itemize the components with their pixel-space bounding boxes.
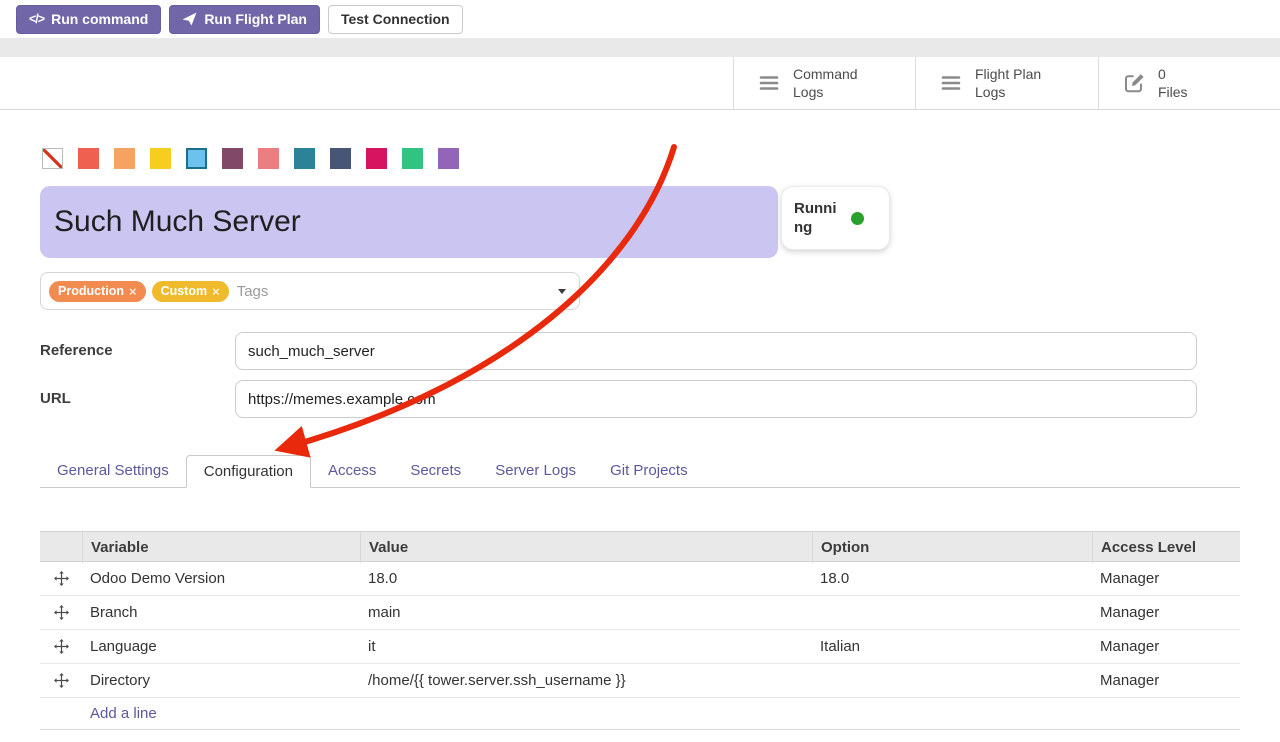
edit-icon xyxy=(1123,72,1145,94)
table-header: Variable Value Option Access Level xyxy=(40,531,1240,562)
cell-access[interactable]: Manager xyxy=(1092,638,1240,655)
cell-access[interactable]: Manager xyxy=(1092,570,1240,587)
tag-custom[interactable]: Custom × xyxy=(152,281,229,302)
list-icon xyxy=(940,72,962,94)
list-icon xyxy=(758,72,780,94)
code-icon: </> xyxy=(29,12,44,26)
cell-access[interactable]: Manager xyxy=(1092,604,1240,621)
remove-tag-icon[interactable]: × xyxy=(212,285,220,298)
run-command-button[interactable]: </> Run command xyxy=(16,5,161,34)
status-dot xyxy=(851,212,864,225)
tab-configuration[interactable]: Configuration xyxy=(186,455,311,488)
tab-general-settings[interactable]: General Settings xyxy=(40,455,186,487)
color-picker xyxy=(42,148,459,169)
cell-value[interactable]: /home/{{ tower.server.ssh_username }} xyxy=(360,672,812,689)
page: { "toolbar": { "run_command_icon": "</>"… xyxy=(0,0,1280,742)
server-name-input[interactable] xyxy=(40,186,778,258)
flight-plan-logs-label: Flight PlanLogs xyxy=(975,65,1041,101)
command-logs-button[interactable]: CommandLogs xyxy=(733,57,915,109)
config-table: Variable Value Option Access Level Odoo … xyxy=(40,531,1240,730)
column-value: Value xyxy=(360,532,812,563)
url-label: URL xyxy=(40,380,71,418)
command-logs-label: CommandLogs xyxy=(793,65,858,101)
table-row[interactable]: Odoo Demo Version 18.0 18.0 Manager xyxy=(40,562,1240,596)
color-swatch-magenta[interactable] xyxy=(366,148,387,169)
files-label: 0Files xyxy=(1158,65,1188,101)
cell-option[interactable]: Italian xyxy=(812,638,1092,655)
cell-access[interactable]: Manager xyxy=(1092,672,1240,689)
add-line-row: Add a line xyxy=(40,698,1240,730)
run-flight-plan-button[interactable]: Run Flight Plan xyxy=(169,5,320,34)
tag-label: Production xyxy=(58,284,124,298)
tags-placeholder: Tags xyxy=(237,283,269,300)
column-access-level: Access Level xyxy=(1092,532,1240,563)
flight-plan-logs-button[interactable]: Flight PlanLogs xyxy=(915,57,1098,109)
drag-handle-icon[interactable] xyxy=(40,639,82,654)
drag-handle-icon[interactable] xyxy=(40,571,82,586)
tag-label: Custom xyxy=(161,284,208,298)
color-swatch-maroon[interactable] xyxy=(222,148,243,169)
table-row[interactable]: Language it Italian Manager xyxy=(40,630,1240,664)
column-variable: Variable xyxy=(82,532,360,563)
table-row[interactable]: Branch main Manager xyxy=(40,596,1240,630)
test-connection-label: Test Connection xyxy=(341,11,450,27)
color-swatch-navy[interactable] xyxy=(330,148,351,169)
status-widget[interactable]: Running xyxy=(781,186,890,250)
color-swatch-none[interactable] xyxy=(42,148,63,169)
table-row[interactable]: Directory /home/{{ tower.server.ssh_user… xyxy=(40,664,1240,698)
color-swatch-teal[interactable] xyxy=(294,148,315,169)
tags-input[interactable]: Production × Custom × Tags xyxy=(40,272,580,310)
cell-option[interactable]: 18.0 xyxy=(812,570,1092,587)
test-connection-button[interactable]: Test Connection xyxy=(328,5,463,34)
color-swatch-purple[interactable] xyxy=(438,148,459,169)
cell-variable[interactable]: Odoo Demo Version xyxy=(82,570,360,587)
tab-git-projects[interactable]: Git Projects xyxy=(593,455,705,487)
reference-label: Reference xyxy=(40,332,113,370)
top-toolbar: </> Run command Run Flight Plan Test Con… xyxy=(0,0,1280,38)
column-option: Option xyxy=(812,532,1092,563)
cell-value[interactable]: 18.0 xyxy=(360,570,812,587)
divider-band xyxy=(0,38,1280,57)
paper-plane-icon xyxy=(182,12,197,26)
run-flight-plan-label: Run Flight Plan xyxy=(204,11,307,27)
add-a-line-link[interactable]: Add a line xyxy=(82,705,360,722)
cell-variable[interactable]: Branch xyxy=(82,604,360,621)
dropdown-caret-icon[interactable] xyxy=(558,289,566,294)
color-swatch-yellow[interactable] xyxy=(150,148,171,169)
cell-value[interactable]: main xyxy=(360,604,812,621)
drag-handle-icon[interactable] xyxy=(40,605,82,620)
cell-variable[interactable]: Directory xyxy=(82,672,360,689)
remove-tag-icon[interactable]: × xyxy=(129,285,137,298)
color-swatch-orange[interactable] xyxy=(114,148,135,169)
color-swatch-cyan[interactable] xyxy=(186,148,207,169)
color-swatch-red[interactable] xyxy=(78,148,99,169)
url-input[interactable] xyxy=(235,380,1197,418)
handle-column-header xyxy=(40,532,82,563)
color-swatch-salmon[interactable] xyxy=(258,148,279,169)
tag-production[interactable]: Production × xyxy=(49,281,146,302)
color-swatch-green[interactable] xyxy=(402,148,423,169)
reference-input[interactable] xyxy=(235,332,1197,370)
tab-access[interactable]: Access xyxy=(311,455,393,487)
status-label: Running xyxy=(794,199,842,237)
cell-variable[interactable]: Language xyxy=(82,638,360,655)
drag-handle-icon[interactable] xyxy=(40,673,82,688)
run-command-label: Run command xyxy=(51,11,148,27)
files-button[interactable]: 0Files xyxy=(1098,57,1280,109)
tab-bar: General Settings Configuration Access Se… xyxy=(40,455,1240,488)
cell-value[interactable]: it xyxy=(360,638,812,655)
tab-server-logs[interactable]: Server Logs xyxy=(478,455,593,487)
tab-secrets[interactable]: Secrets xyxy=(393,455,478,487)
header-band: CommandLogs Flight PlanLogs 0Files xyxy=(0,57,1280,110)
button-box: CommandLogs Flight PlanLogs 0Files xyxy=(733,57,1280,109)
